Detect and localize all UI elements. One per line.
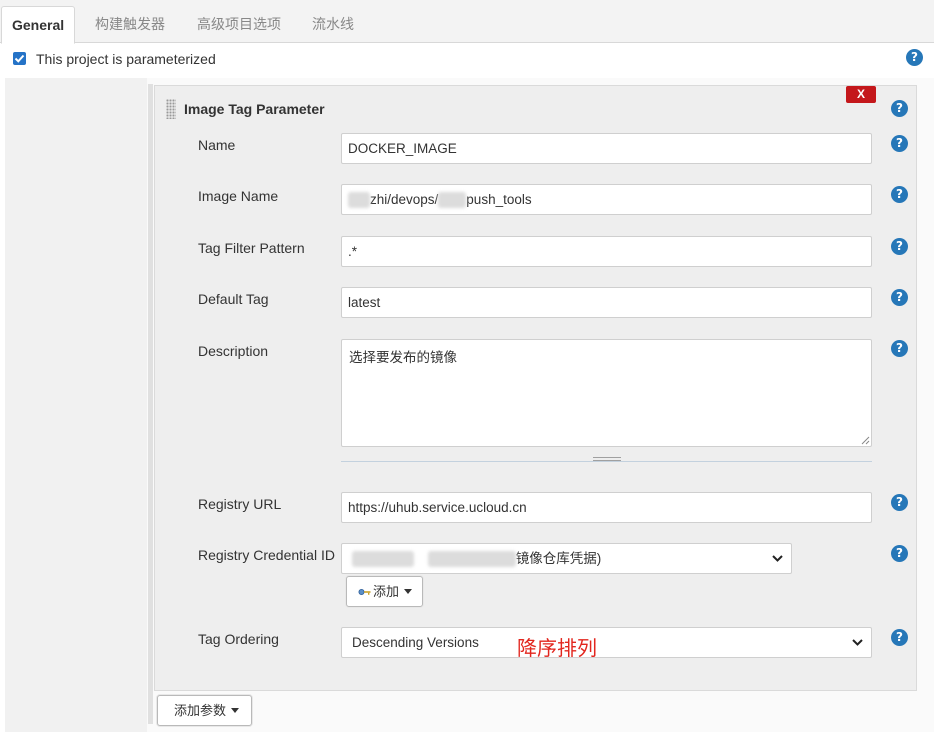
add-credential-button[interactable]: 添加 <box>346 576 424 607</box>
credential-label: Registry Credential ID <box>198 547 335 563</box>
caret-down-icon <box>404 589 413 594</box>
parameter-title: Image Tag Parameter <box>184 101 325 117</box>
parameterized-label: This project is parameterized <box>36 51 216 67</box>
description-value: 选择要发布的镜像 <box>349 350 457 365</box>
chevron-down-icon <box>772 555 783 562</box>
tab-general[interactable]: General <box>1 6 76 44</box>
help-icon[interactable]: ? <box>891 629 908 646</box>
help-icon[interactable]: ? <box>891 186 908 203</box>
parameterized-checkbox[interactable] <box>13 52 26 65</box>
chevron-down-icon <box>852 639 863 646</box>
left-pane <box>5 78 147 732</box>
help-icon[interactable]: ? <box>891 545 908 562</box>
credential-select[interactable]: 镜像仓库凭据) <box>341 543 792 574</box>
help-icon[interactable]: ? <box>891 340 908 357</box>
help-icon[interactable]: ? <box>891 494 908 511</box>
tab-pipeline[interactable]: 流水线 <box>302 6 364 43</box>
name-label: Name <box>198 137 236 153</box>
help-icon[interactable]: ? <box>906 49 923 66</box>
description-textarea[interactable]: 选择要发布的镜像 <box>341 339 872 447</box>
help-icon[interactable]: ? <box>891 100 908 117</box>
tag-ordering-label: Tag Ordering <box>198 631 279 647</box>
textarea-expand-handle[interactable] <box>593 457 621 461</box>
add-parameter-button[interactable]: 添加参数 <box>157 695 252 726</box>
registry-url-label: Registry URL <box>198 496 282 512</box>
registry-url-input[interactable]: https://uhub.service.ucloud.cn <box>341 492 872 523</box>
drag-handle-icon[interactable] <box>166 99 176 119</box>
tag-filter-input[interactable]: .* <box>341 236 872 267</box>
tab-bar: General 构建触发器 高级项目选项 流水线 <box>0 0 934 44</box>
tab-build-triggers[interactable]: 构建触发器 <box>85 6 175 43</box>
resize-grip-icon[interactable] <box>861 436 870 445</box>
redacted-text <box>438 192 467 209</box>
tab-advanced-options[interactable]: 高级项目选项 <box>187 6 291 43</box>
image-name-part2: push_tools <box>466 192 532 207</box>
redacted-text <box>348 192 370 209</box>
caret-down-icon <box>231 708 240 713</box>
tag-ordering-value: Descending Versions <box>352 635 479 650</box>
indent-bar <box>148 84 153 724</box>
name-input[interactable]: DOCKER_IMAGE <box>341 133 872 164</box>
add-parameter-label: 添加参数 <box>174 703 227 718</box>
key-icon <box>358 589 371 595</box>
description-label: Description <box>198 343 269 359</box>
help-icon[interactable]: ? <box>891 135 908 152</box>
tag-ordering-select[interactable]: Descending Versions <box>341 627 872 658</box>
add-credential-label: 添加 <box>373 584 400 599</box>
image-name-label: Image Name <box>198 188 279 204</box>
tag-filter-label: Tag Filter Pattern <box>198 240 305 256</box>
image-name-part1: zhi/devops/ <box>370 192 439 207</box>
image-name-input[interactable]: zhi/devops/push_tools <box>341 184 872 215</box>
help-icon[interactable]: ? <box>891 289 908 306</box>
annotation-text: 降序排列 <box>517 638 597 660</box>
redacted-text <box>352 551 414 568</box>
redacted-text <box>427 551 516 568</box>
default-tag-label: Default Tag <box>198 291 269 307</box>
default-tag-input[interactable]: latest <box>341 287 872 318</box>
credential-value: 镜像仓库凭据) <box>515 551 602 566</box>
help-icon[interactable]: ? <box>891 238 908 255</box>
delete-parameter-button[interactable]: X <box>846 86 876 103</box>
